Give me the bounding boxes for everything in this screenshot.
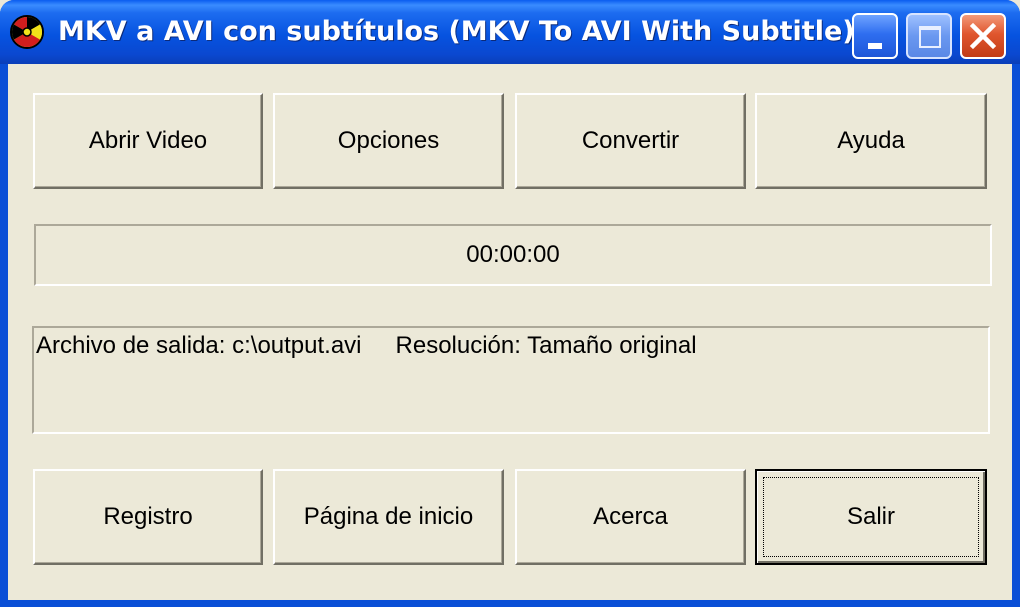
options-label: Opciones: [337, 127, 440, 154]
open-video-button[interactable]: Abrir Video: [33, 93, 263, 189]
client-area: Abrir Video Opciones Convertir Ayuda 00:…: [8, 64, 1012, 600]
close-icon: [969, 22, 997, 50]
elapsed-time: 00:00:00: [466, 241, 560, 268]
register-label: Registro: [103, 503, 193, 530]
minimize-button[interactable]: [852, 13, 898, 59]
options-button[interactable]: Opciones: [273, 93, 504, 189]
window-frame-bottom: [0, 600, 1020, 607]
title-bar[interactable]: MKV a AVI con subtítulos (MKV To AVI Wit…: [0, 0, 1020, 64]
homepage-label: Página de inicio: [303, 503, 474, 530]
window-frame-right: [1012, 64, 1020, 607]
exit-button[interactable]: Salir: [755, 469, 987, 565]
output-file-text: Archivo de salida: c:\output.avi: [36, 332, 362, 359]
about-label: Acerca: [593, 503, 668, 530]
register-button[interactable]: Registro: [33, 469, 263, 565]
convert-button[interactable]: Convertir: [515, 93, 746, 189]
open-video-label: Abrir Video: [88, 127, 208, 154]
about-button[interactable]: Acerca: [515, 469, 746, 565]
maximize-icon: [919, 26, 941, 48]
help-label: Ayuda: [837, 127, 905, 154]
convert-label: Convertir: [581, 127, 680, 154]
elapsed-time-display: 00:00:00: [34, 224, 992, 286]
window-title: MKV a AVI con subtítulos (MKV To AVI Wit…: [58, 16, 855, 47]
minimize-icon: [868, 43, 882, 49]
app-window: MKV a AVI con subtítulos (MKV To AVI Wit…: [0, 0, 1020, 607]
close-button[interactable]: [960, 13, 1006, 59]
help-button[interactable]: Ayuda: [755, 93, 987, 189]
resolution-text: Resolución: Tamaño original: [395, 332, 697, 359]
homepage-button[interactable]: Página de inicio: [273, 469, 504, 565]
window-frame-left: [0, 64, 8, 607]
maximize-button[interactable]: [906, 13, 952, 59]
radiation-icon: [10, 15, 44, 49]
output-info-box: Archivo de salida: c:\output.avi Resoluci…: [32, 326, 990, 434]
focus-ring: [763, 477, 979, 557]
